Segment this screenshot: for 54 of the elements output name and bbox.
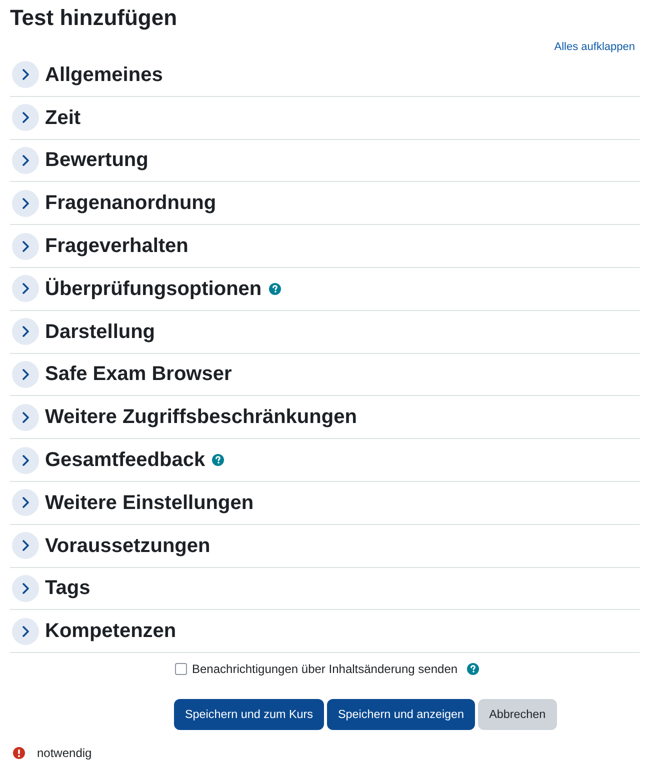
help-icon[interactable] bbox=[268, 282, 281, 295]
collapse-toggle[interactable] bbox=[12, 489, 39, 516]
section-heading[interactable]: Voraussetzungen bbox=[45, 534, 210, 558]
chevron-right-icon bbox=[22, 582, 30, 594]
section-heading[interactable]: Bewertung bbox=[45, 148, 148, 172]
collapse-toggle[interactable] bbox=[12, 275, 39, 302]
chevron-right-icon bbox=[22, 240, 30, 252]
exclamation-icon bbox=[13, 747, 25, 760]
save-button[interactable]: Speichern und zum Kurs bbox=[174, 699, 324, 730]
chevron-right-icon bbox=[22, 154, 30, 166]
help-icon[interactable] bbox=[212, 454, 224, 466]
collapse-toggle[interactable] bbox=[12, 404, 39, 431]
chevron-right-icon bbox=[22, 412, 30, 423]
section-heading[interactable]: Zeit bbox=[45, 106, 81, 130]
collapse-toggle[interactable] bbox=[12, 532, 39, 560]
chevron-right-icon bbox=[22, 283, 30, 294]
chevron-right-icon bbox=[22, 112, 30, 124]
required-note: notwendig bbox=[37, 746, 92, 760]
collapse-toggle[interactable] bbox=[12, 574, 39, 602]
section-heading[interactable]: Frageverhalten bbox=[45, 234, 188, 258]
section-heading[interactable]: Weitere Zugriffsbeschränkungen bbox=[45, 405, 357, 430]
chevron-right-icon bbox=[22, 368, 30, 380]
page-title: Test hinzufügen bbox=[10, 4, 178, 31]
section-heading[interactable]: Allgemeines bbox=[45, 62, 163, 87]
cancel-button[interactable]: Abbrechen bbox=[478, 699, 557, 730]
section-heading[interactable]: Darstellung bbox=[45, 320, 156, 344]
chevron-right-icon bbox=[22, 326, 30, 338]
chevron-right-icon bbox=[22, 540, 30, 552]
collapse-toggle[interactable] bbox=[12, 618, 39, 645]
collapse-toggle[interactable] bbox=[12, 318, 39, 346]
section-heading[interactable]: Weitere Einstellungen bbox=[45, 490, 254, 515]
section-heading[interactable]: Tags bbox=[45, 576, 90, 600]
chevron-right-icon bbox=[22, 69, 30, 80]
help-icon[interactable] bbox=[466, 663, 479, 676]
save-button[interactable]: Speichern und anzeigen bbox=[326, 699, 476, 730]
section-heading[interactable]: Kompetenzen bbox=[45, 619, 176, 644]
checkbox[interactable] bbox=[175, 663, 187, 676]
collapse-toggle[interactable] bbox=[12, 190, 39, 217]
collapse-toggle[interactable] bbox=[12, 360, 39, 388]
collapse-toggle[interactable] bbox=[12, 61, 39, 88]
collapse-toggle[interactable] bbox=[12, 232, 39, 260]
section-heading[interactable]: Gesamtfeedback bbox=[45, 448, 206, 472]
collapse-toggle[interactable] bbox=[12, 146, 39, 174]
chevron-right-icon bbox=[22, 626, 30, 637]
chevron-right-icon bbox=[22, 454, 30, 466]
section-heading[interactable]: Fragenanordnung bbox=[45, 191, 216, 216]
chevron-right-icon bbox=[22, 198, 30, 209]
chevron-right-icon bbox=[22, 497, 30, 508]
collapse-toggle[interactable] bbox=[12, 446, 39, 474]
expand-all-link[interactable]: Alles aufklappen bbox=[554, 40, 635, 54]
collapse-toggle[interactable] bbox=[12, 104, 39, 132]
section-heading[interactable]: Safe Exam Browser bbox=[45, 362, 232, 386]
checkbox-label[interactable]: Benachrichtigungen über Inhaltsänderung senden bbox=[192, 662, 458, 676]
section-heading[interactable]: Überprüfungsoptionen bbox=[45, 276, 262, 301]
